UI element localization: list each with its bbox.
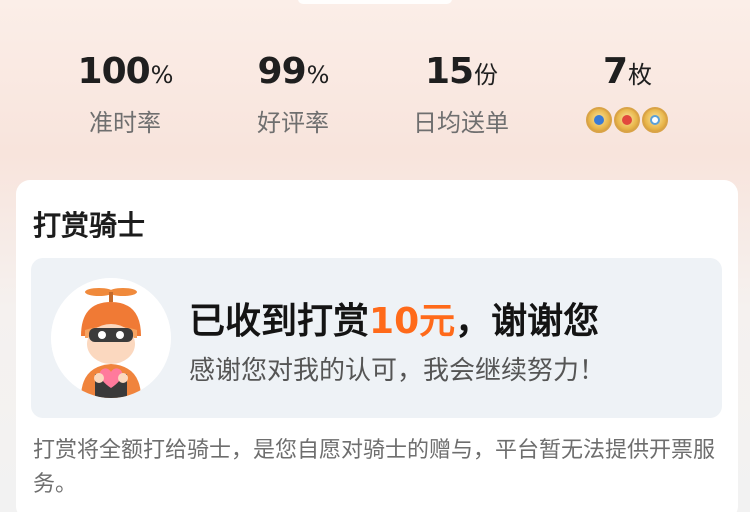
rider-stats: 100% 准时率 99% 好评率 15份 日均送单 7枚 — [0, 44, 750, 144]
tip-amount: 10元 — [369, 301, 456, 342]
tip-received-message: 已收到打赏10元，谢谢您 — [189, 292, 599, 344]
tip-prefix: 已收到打赏 — [189, 301, 370, 342]
medal-badge-icon — [614, 107, 640, 133]
stat-unit: 份 — [474, 61, 498, 89]
stat-label: 好评率 — [257, 109, 329, 137]
rider-mascot-icon — [51, 278, 171, 398]
rider-avatar — [51, 278, 171, 398]
badge-row[interactable] — [542, 107, 712, 133]
police-badge-icon — [586, 107, 612, 133]
stat-unit: % — [306, 61, 330, 89]
stat-unit: 枚 — [628, 61, 652, 89]
tip-disclaimer: 打赏将全额打给骑士，是您自愿对骑士的赠与，平台暂无法提供开票服务。 — [33, 438, 716, 497]
stat-badges[interactable]: 7枚 — [542, 44, 712, 133]
stat-label: 日均送单 — [413, 109, 509, 137]
stat-label: 准时率 — [89, 109, 161, 137]
stat-unit: % — [150, 61, 174, 89]
card-title: 打赏骑士 — [33, 209, 146, 242]
stat-value: 7 — [602, 51, 628, 92]
stat-value: 15 — [424, 51, 474, 92]
stat-value: 100 — [77, 51, 151, 92]
stat-daily-orders: 15份 日均送单 — [376, 44, 546, 143]
tip-card: 打赏骑士 已收到打赏10元，谢谢您 感谢您对我的认可，我会继续努力！ 打赏将全额… — [16, 180, 738, 512]
stat-value: 99 — [257, 51, 307, 92]
clock-badge-icon — [642, 107, 668, 133]
top-handle — [298, 0, 452, 4]
tip-received-box: 已收到打赏10元，谢谢您 感谢您对我的认可，我会继续努力！ — [31, 258, 722, 418]
stat-on-time-rate: 100% 准时率 — [40, 44, 210, 143]
stat-positive-rate: 99% 好评率 — [208, 44, 378, 143]
tip-suffix: ，谢谢您 — [455, 301, 600, 342]
rider-thanks-text: 感谢您对我的认可，我会继续努力！ — [189, 356, 606, 386]
